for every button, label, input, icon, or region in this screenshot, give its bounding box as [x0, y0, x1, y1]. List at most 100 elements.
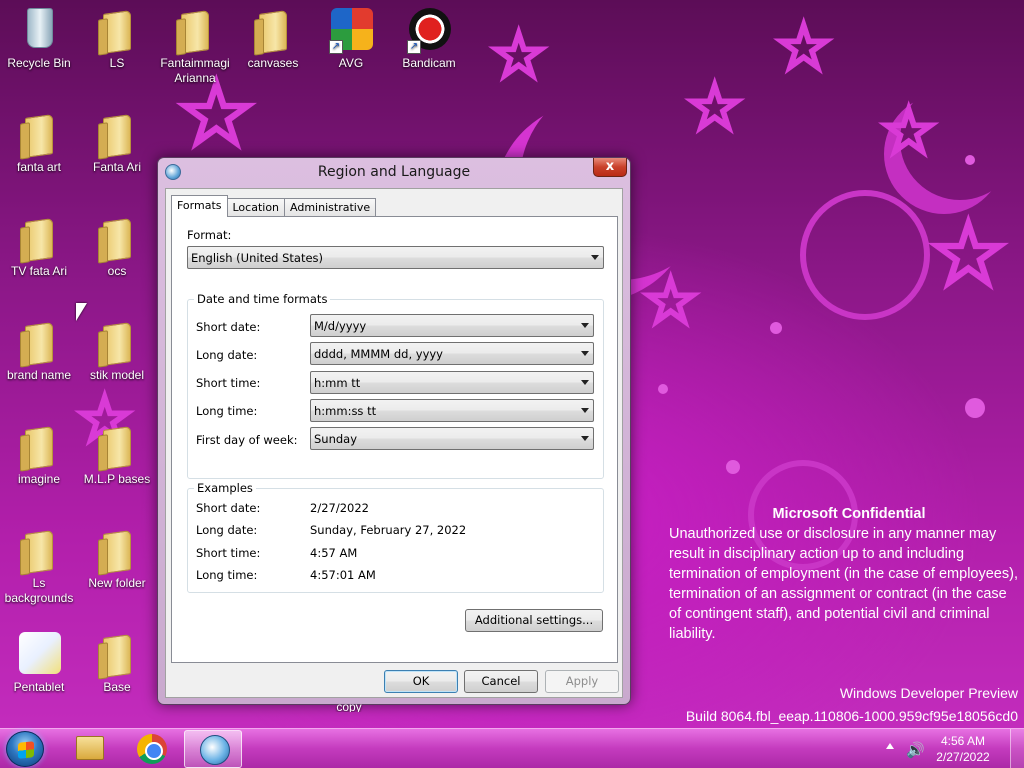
desktop-icon[interactable]: New folder — [78, 526, 156, 591]
example-short-date-value: 2/27/2022 — [310, 501, 369, 515]
tab-location[interactable]: Location — [226, 198, 286, 217]
show-hidden-icons-button[interactable] — [886, 743, 894, 749]
wallpaper-dot — [770, 322, 782, 334]
folder-icon — [93, 526, 141, 574]
obscured-label-text: copy — [336, 700, 362, 712]
desktop-icon[interactable]: Recycle Bin — [0, 6, 78, 71]
wallpaper-dot — [965, 155, 975, 165]
desktop-icon[interactable]: Ls backgrounds — [0, 526, 78, 606]
short-date-select[interactable]: M/d/yyyy — [310, 314, 594, 337]
desktop-icon[interactable]: canvases — [234, 6, 312, 71]
desktop-icon[interactable]: ocs — [78, 214, 156, 279]
wallpaper-star: ☆ — [926, 202, 1011, 307]
folder-icon — [15, 318, 63, 366]
chevron-down-icon — [581, 380, 589, 385]
wallpaper-dot — [965, 398, 985, 418]
short-time-label: Short time: — [196, 376, 261, 390]
chevron-down-icon — [591, 255, 599, 260]
desktop-icon[interactable]: imagine — [0, 422, 78, 487]
first-day-label: First day of week: — [196, 433, 298, 447]
dialog-client-area: Formats Location Administrative Format: … — [165, 188, 623, 698]
desktop-icon-label: stik model — [89, 368, 145, 382]
close-icon: x — [605, 159, 615, 174]
short-time-value: h:mm tt — [314, 376, 361, 390]
edition-text: Windows Developer Preview — [839, 685, 1018, 701]
start-button[interactable] — [6, 731, 44, 767]
windows-orb-icon — [18, 741, 34, 759]
desktop-icon[interactable]: Pentablet — [0, 630, 78, 695]
datetime-formats-group: Date and time formats Short date: M/d/yy… — [187, 292, 604, 479]
long-time-select[interactable]: h:mm:ss tt — [310, 399, 594, 422]
build-text: Build 8064.fbl_eeap.110806-1000.959cf95e… — [685, 708, 1018, 724]
folder-icon — [249, 6, 297, 54]
short-date-value: M/d/yyyy — [314, 319, 367, 333]
folder-icon — [93, 110, 141, 158]
shortcut-arrow-icon: ↗ — [329, 40, 343, 54]
desktop-icon-label: AVG — [338, 56, 364, 70]
example-short-time-value: 4:57 AM — [310, 546, 358, 560]
taskbar: 🔊 4:56 AM 2/27/2022 — [0, 728, 1024, 768]
close-button[interactable]: x — [593, 158, 627, 177]
wallpaper-star: ☆ — [488, 19, 549, 93]
desktop-icon[interactable]: TV fata Ari — [0, 214, 78, 279]
tab-formats[interactable]: Formats — [171, 195, 228, 217]
taskbar-explorer-button[interactable] — [60, 730, 118, 768]
folder-icon — [93, 6, 141, 54]
desktop-icon-label: TV fata Ari — [10, 264, 68, 278]
wallpaper-dot — [658, 384, 668, 394]
folder-icon — [93, 318, 141, 366]
chevron-down-icon — [581, 351, 589, 356]
folder-icon — [171, 6, 219, 54]
long-date-select[interactable]: dddd, MMMM dd, yyyy — [310, 342, 594, 365]
wallpaper-star: ☆ — [773, 11, 834, 85]
region-language-dialog: Region and Language x Formats Location A… — [157, 157, 631, 705]
folder-icon — [15, 422, 63, 470]
short-date-label: Short date: — [196, 320, 261, 334]
long-date-value: dddd, MMMM dd, yyyy — [314, 347, 443, 361]
desktop-icon-label: fanta art — [16, 160, 62, 174]
desktop-icon-label: imagine — [17, 472, 61, 486]
desktop-icon[interactable]: Base — [78, 630, 156, 695]
example-long-date-value: Sunday, February 27, 2022 — [310, 523, 467, 537]
ok-button[interactable]: OK — [384, 670, 458, 693]
taskbar-chrome-button[interactable] — [122, 730, 180, 768]
confidential-notice: Microsoft Confidential Unauthorized use … — [669, 504, 1019, 644]
clock-date: 2/27/2022 — [936, 750, 990, 764]
desktop-icon-label: Fantaimmagi Arianna — [160, 56, 230, 85]
desktop-icon[interactable]: ↗ Bandicam — [390, 6, 468, 71]
desktop-icon-label: New folder — [88, 576, 146, 590]
additional-settings-button[interactable]: Additional settings... — [465, 609, 603, 632]
volume-icon[interactable]: 🔊 — [906, 741, 925, 759]
obscured-icon-label: copy — [310, 700, 388, 712]
format-select[interactable]: English (United States) — [187, 246, 604, 269]
examples-group: Examples Short date: 2/27/2022 Long date… — [187, 481, 604, 593]
long-time-label: Long time: — [196, 404, 258, 418]
show-desktop-button[interactable] — [1010, 729, 1024, 768]
tab-administrative[interactable]: Administrative — [284, 198, 377, 217]
desktop-icon-label: Base — [103, 680, 131, 694]
desktop-icon-label: Ls backgrounds — [4, 576, 74, 605]
chevron-down-icon — [581, 408, 589, 413]
formats-tab-panel: Format: English (United States) Date and… — [171, 216, 618, 663]
desktop-icon[interactable]: fanta art — [0, 110, 78, 175]
desktop-icon[interactable]: M.L.P bases — [78, 422, 156, 487]
folder-icon — [15, 526, 63, 574]
short-time-select[interactable]: h:mm tt — [310, 371, 594, 394]
desktop-icon[interactable]: Fanta Ari — [78, 110, 156, 175]
cancel-button[interactable]: Cancel — [464, 670, 538, 693]
desktop-icon[interactable]: stik model — [78, 318, 156, 383]
desktop-icon[interactable]: Fantaimmagi Arianna — [156, 6, 234, 86]
example-long-time-value: 4:57:01 AM — [310, 568, 376, 582]
apply-button[interactable]: Apply — [545, 670, 619, 693]
desktop-icon[interactable]: ↗ AVG — [312, 6, 390, 71]
system-clock[interactable]: 4:56 AM 2/27/2022 — [928, 733, 998, 765]
dialog-titlebar[interactable]: Region and Language x — [158, 158, 630, 188]
desktop-icon-label: Fanta Ari — [92, 160, 142, 174]
first-day-select[interactable]: Sunday — [310, 427, 594, 450]
folder-icon — [15, 214, 63, 262]
taskbar-region-language-button[interactable] — [184, 730, 242, 768]
desktop-icon[interactable]: LS — [78, 6, 156, 71]
folder-icon — [93, 422, 141, 470]
desktop-icon[interactable]: brand name — [0, 318, 78, 383]
chevron-down-icon — [581, 323, 589, 328]
